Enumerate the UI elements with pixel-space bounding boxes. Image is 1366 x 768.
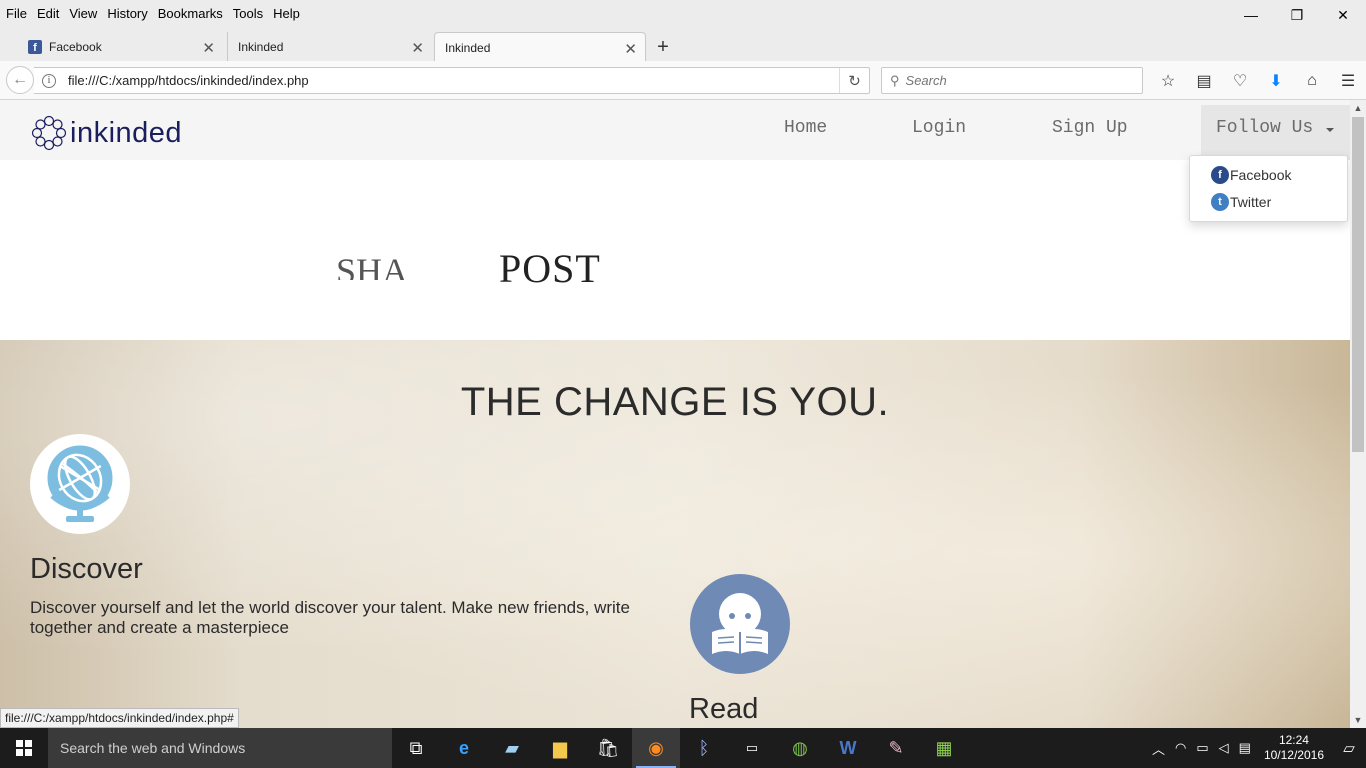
hero-rotating-words: SHA POST [0, 160, 1350, 340]
windows-taskbar: Search the web and Windows ⧉ e ▰ ▆ 🛍 ◉ ᛒ… [0, 728, 1366, 768]
toolbar-icons: ☆ ▤ ♡ ⬇ ⌂ ☰ [1150, 67, 1366, 94]
close-tab-icon[interactable]: ✕ [202, 39, 215, 57]
start-button[interactable] [0, 728, 48, 768]
taskbar-search-placeholder: Search the web and Windows [60, 740, 246, 756]
bluetooth-icon[interactable]: ᛒ [680, 728, 728, 768]
logo-flower-icon [31, 115, 67, 151]
edge-icon[interactable]: e [440, 728, 488, 768]
task-view-icon[interactable]: ⧉ [392, 728, 440, 768]
command-prompt-icon[interactable]: ▭ [728, 728, 776, 768]
twitter-icon: t [1211, 193, 1229, 211]
keyboard-icon[interactable]: ▤ [1234, 740, 1256, 756]
search-bar[interactable]: ⚲ [881, 67, 1143, 94]
feature-text-discover: Discover yourself and let the world disc… [30, 598, 630, 637]
battery-icon[interactable]: ▭ [1191, 740, 1213, 756]
browser-toolbar: ← i file:///C:/xampp/htdocs/inkinded/ind… [0, 61, 1366, 100]
follow-us-dropdown-toggle[interactable]: Follow Us [1201, 105, 1350, 160]
section-title: THE CHANGE IS YOU. [460, 380, 890, 424]
page-scrollbar[interactable]: ▲ ▼ [1350, 100, 1366, 728]
tab-facebook[interactable]: f Facebook ✕ [18, 32, 223, 62]
home-icon[interactable]: ⌂ [1294, 67, 1330, 94]
facebook-favicon-icon: f [28, 40, 42, 54]
menu-view[interactable]: View [64, 6, 102, 21]
logo-text: inkinded [70, 116, 183, 149]
back-button[interactable]: ← [6, 66, 34, 94]
address-bar[interactable]: i file:///C:/xampp/htdocs/inkinded/index… [34, 67, 870, 94]
file-explorer-icon[interactable]: ▆ [536, 728, 584, 768]
scroll-up-arrow-icon[interactable]: ▲ [1350, 100, 1366, 116]
menu-file[interactable]: File [1, 6, 32, 21]
menu-history[interactable]: History [102, 6, 152, 21]
menu-edit[interactable]: Edit [32, 6, 64, 21]
search-icon: ⚲ [890, 72, 900, 88]
facebook-icon: f [1211, 166, 1229, 184]
tab-title: Facebook [49, 40, 102, 54]
follow-twitter-link[interactable]: t Twitter [1211, 193, 1271, 211]
clock-time: 12:24 [1278, 733, 1309, 747]
url-text[interactable]: file:///C:/xampp/htdocs/inkinded/index.p… [68, 73, 309, 88]
firefox-icon[interactable]: ◉ [632, 728, 680, 768]
android-studio-icon[interactable]: ◍ [776, 728, 824, 768]
page-viewport: inkinded Home Login Sign Up Follow Us SH… [0, 100, 1350, 728]
reading-list-icon[interactable]: ▤ [1186, 67, 1222, 94]
follow-twitter-label: Twitter [1230, 194, 1272, 210]
tab-title: Inkinded [445, 40, 491, 55]
volume-icon[interactable]: ◁ [1214, 740, 1234, 756]
menu-help[interactable]: Help [268, 6, 305, 21]
app-tile-icon[interactable]: ▰ [488, 728, 536, 768]
info-icon[interactable]: i [42, 73, 56, 88]
tab-inkinded-active[interactable]: Inkinded ✕ [434, 32, 646, 62]
nav-home-link[interactable]: Home [784, 118, 827, 138]
site-logo[interactable]: inkinded [30, 114, 182, 152]
pocket-icon[interactable]: ♡ [1222, 67, 1258, 94]
follow-facebook-link[interactable]: f Facebook [1211, 166, 1291, 184]
tab-title: Inkinded [238, 40, 284, 54]
close-tab-icon[interactable]: ✕ [411, 39, 424, 57]
feature-title-read: Read [689, 693, 759, 725]
follow-us-dropdown-menu: f Facebook t Twitter [1189, 155, 1348, 222]
editor-app-icon[interactable]: ▦ [920, 728, 968, 768]
feature-title-discover: Discover [30, 553, 143, 585]
paint-icon[interactable]: ✎ [872, 728, 920, 768]
globe-icon [30, 434, 130, 534]
scrollbar-thumb[interactable] [1352, 117, 1364, 452]
bookmark-star-icon[interactable]: ☆ [1150, 67, 1186, 94]
taskbar-search-box[interactable]: Search the web and Windows [48, 728, 392, 768]
browser-menubar: File Edit View History Bookmarks Tools H… [0, 0, 1366, 26]
windows-logo-icon [16, 740, 32, 756]
menu-tools[interactable]: Tools [228, 6, 268, 21]
new-tab-button[interactable]: + [654, 32, 672, 62]
notifications-icon[interactable]: ▱ [1332, 739, 1366, 757]
site-navbar: inkinded Home Login Sign Up Follow Us [0, 100, 1350, 160]
download-icon[interactable]: ⬇ [1258, 67, 1294, 94]
status-bar-link-preview: file:///C:/xampp/htdocs/inkinded/index.p… [0, 708, 239, 728]
nav-signup-link[interactable]: Sign Up [1052, 118, 1128, 138]
scroll-down-arrow-icon[interactable]: ▼ [1350, 712, 1366, 728]
menu-bookmarks[interactable]: Bookmarks [153, 6, 228, 21]
wifi-icon[interactable]: ◠ [1170, 740, 1191, 756]
search-input[interactable] [905, 73, 1126, 88]
tab-inkinded-1[interactable]: Inkinded ✕ [227, 32, 432, 62]
word-icon[interactable]: W [824, 728, 872, 768]
rotating-word-share: SHA [336, 251, 409, 280]
features-section: THE CHANGE IS YOU. Discover Discover you… [0, 340, 1350, 728]
follow-us-label: Follow Us [1216, 118, 1314, 138]
taskbar-apps: ⧉ e ▰ ▆ 🛍 ◉ ᛒ ▭ ◍ W ✎ ▦ [392, 728, 968, 768]
reader-icon [690, 574, 790, 674]
close-tab-icon[interactable]: ✕ [624, 40, 637, 58]
clock-date: 10/12/2016 [1263, 748, 1324, 762]
caret-down-icon [1326, 128, 1334, 132]
taskbar-clock[interactable]: 12:24 10/12/2016 [1256, 733, 1332, 763]
follow-facebook-label: Facebook [1230, 167, 1292, 183]
nav-login-link[interactable]: Login [912, 118, 966, 138]
reload-icon[interactable]: ↻ [839, 68, 869, 93]
system-tray: ︿ ◠ ▭ ◁ ▤ 12:24 10/12/2016 ▱ [1147, 728, 1366, 768]
store-icon[interactable]: 🛍 [584, 728, 632, 768]
tab-strip: f Facebook ✕ Inkinded ✕ Inkinded ✕ + [0, 26, 1366, 62]
tray-overflow-chevron-icon[interactable]: ︿ [1147, 739, 1170, 758]
rotating-word-post: POST [499, 246, 601, 291]
hamburger-menu-icon[interactable]: ☰ [1330, 67, 1366, 94]
back-arrow-icon: ← [12, 71, 28, 88]
